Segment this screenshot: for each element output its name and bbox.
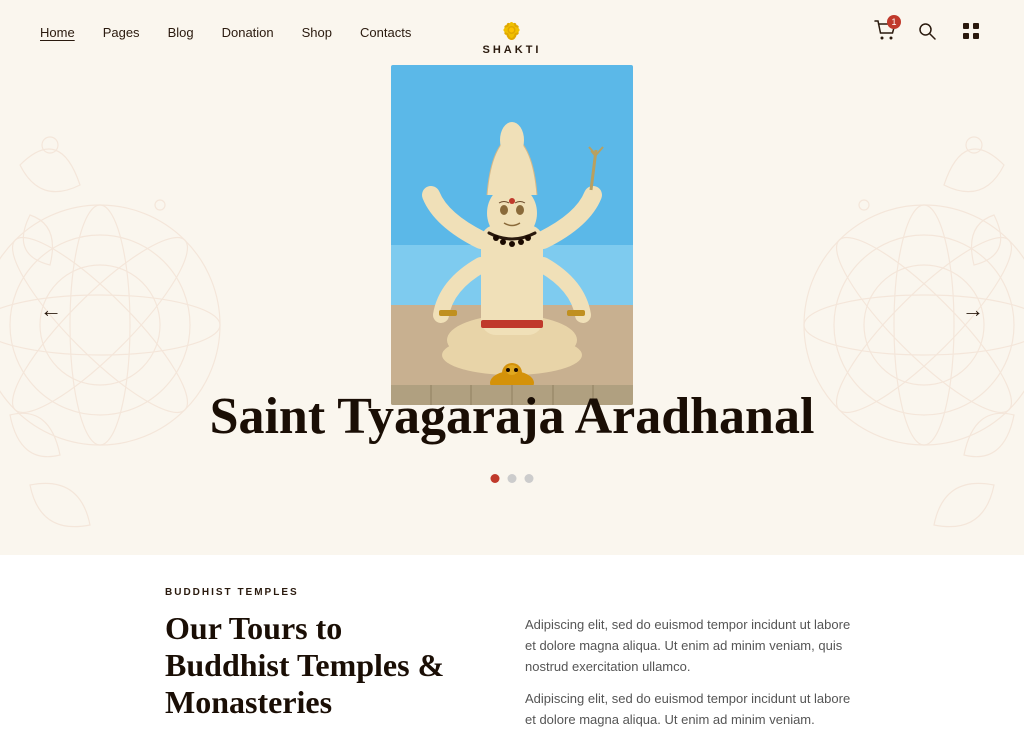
slide-dots: [491, 474, 534, 483]
section-label: BUDDHIST TEMPLES: [165, 587, 465, 598]
nav-contacts[interactable]: Contacts: [360, 25, 411, 40]
bottom-text-1: Adipiscing elit, sed do euismod tempor i…: [525, 615, 859, 677]
bottom-left-content: BUDDHIST TEMPLES Our Tours to Buddhist T…: [165, 587, 465, 720]
cart-button[interactable]: 1: [874, 20, 896, 45]
bottom-text-2: Adipiscing elit, sed do euismod tempor i…: [525, 689, 859, 731]
dot-3[interactable]: [525, 474, 534, 483]
logo-icon: [493, 10, 531, 42]
nav-shop[interactable]: Shop: [302, 25, 332, 40]
nav-blog[interactable]: Blog: [168, 25, 194, 40]
dot-2[interactable]: [508, 474, 517, 483]
nav-pages[interactable]: Pages: [103, 25, 140, 40]
prev-slide-button[interactable]: ←: [30, 287, 72, 333]
main-nav: Home Pages Blog Donation Shop Contacts: [40, 25, 411, 40]
bottom-right-content: Adipiscing elit, sed do euismod tempor i…: [525, 587, 859, 743]
search-button[interactable]: [914, 18, 940, 47]
header: Home Pages Blog Donation Shop Contacts S…: [0, 0, 1024, 65]
bottom-section: BUDDHIST TEMPLES Our Tours to Buddhist T…: [0, 555, 1024, 745]
next-slide-button[interactable]: →: [952, 287, 994, 333]
nav-right-icons: 1: [874, 18, 984, 47]
hero-section: Saint Tyagaraja Aradhanal ← →: [0, 65, 1024, 555]
nav-donation[interactable]: Donation: [222, 25, 274, 40]
nav-home[interactable]: Home: [40, 25, 75, 40]
dot-1[interactable]: [491, 474, 500, 483]
grid-menu-button[interactable]: [958, 18, 984, 47]
section-title: Our Tours to Buddhist Temples & Monaster…: [165, 610, 465, 720]
search-icon: [918, 22, 936, 40]
logo-text: SHAKTI: [483, 44, 542, 56]
grid-icon: [962, 22, 980, 40]
hero-image: [391, 65, 633, 405]
cart-badge: 1: [887, 15, 901, 29]
logo[interactable]: SHAKTI: [483, 10, 542, 56]
